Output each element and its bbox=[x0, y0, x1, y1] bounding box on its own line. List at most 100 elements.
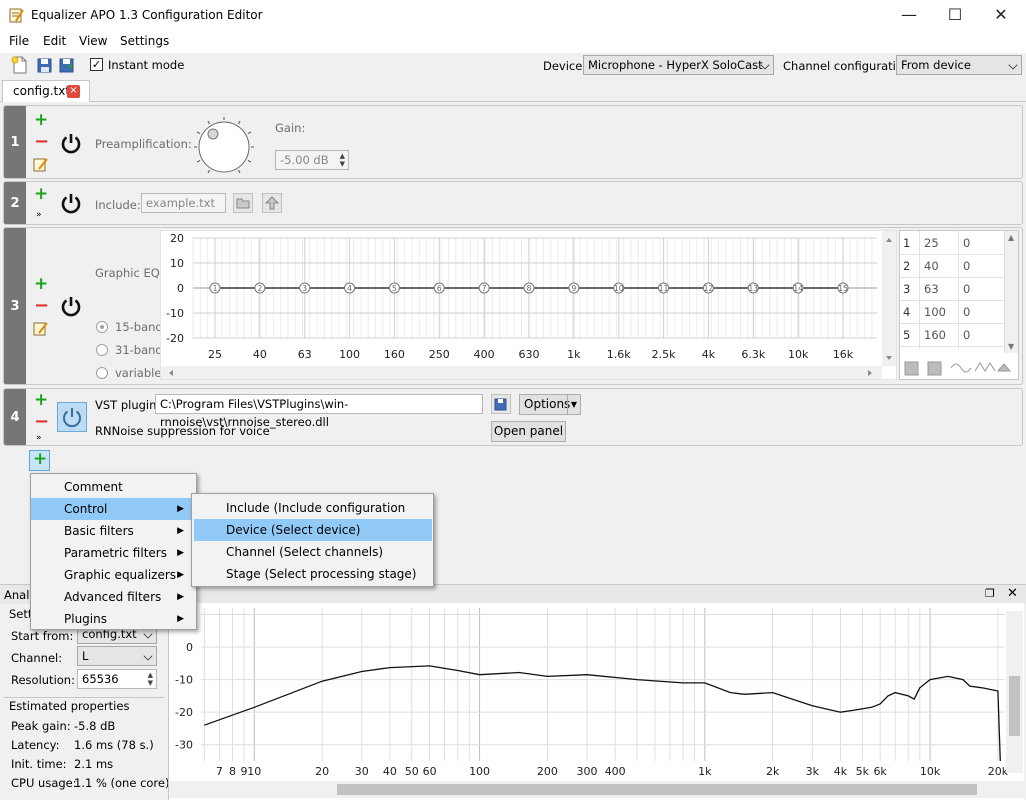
eq-band-number: 7 bbox=[482, 284, 487, 293]
add-filter-icon[interactable]: + bbox=[34, 276, 48, 293]
tab-config[interactable]: config.txt × bbox=[2, 80, 90, 102]
edit-icon[interactable] bbox=[33, 321, 48, 336]
menu-edit[interactable]: Edit bbox=[43, 34, 66, 48]
menu-view[interactable]: View bbox=[79, 34, 107, 48]
menu-item-plugins[interactable]: Plugins ▶ bbox=[31, 608, 196, 630]
plot-vertical-scrollbar[interactable] bbox=[1006, 611, 1023, 773]
expand-chevron-icon[interactable]: » bbox=[36, 211, 42, 220]
radio-variable[interactable] bbox=[96, 367, 108, 379]
x-tick-label: 1k bbox=[698, 765, 712, 778]
close-panel-icon[interactable]: ✕ bbox=[1007, 586, 1018, 601]
dropdown-arrow-icon[interactable]: ▼ bbox=[567, 395, 580, 414]
vst-path-field[interactable]: C:\Program Files\VSTPlugins\win-rnnoise\… bbox=[155, 394, 483, 429]
property-label: Latency: bbox=[11, 738, 60, 752]
open-panel-button[interactable]: Open panel bbox=[491, 421, 566, 442]
scroll-up-icon[interactable]: ▲ bbox=[1008, 233, 1014, 242]
submenu-item[interactable]: Include (Include configuration file) bbox=[194, 497, 432, 537]
table-row[interactable]: 3 63 0 bbox=[900, 278, 1004, 301]
table-cell[interactable]: 0 bbox=[963, 282, 970, 296]
menu-file[interactable]: File bbox=[9, 34, 29, 48]
table-cell[interactable]: 0 bbox=[963, 328, 970, 342]
vst-plugin-label: VST plugin: bbox=[95, 398, 161, 412]
graphic-eq-chart[interactable]: 25 40 63 100 160 250 400 630 1k 1.6k 2.5k 4k 6.3k 10k… bbox=[160, 230, 897, 380]
eq-band-table[interactable]: 1 25 0 2 40 0 3 63 0 4 100 0 5 160 0 ▲ ▼ bbox=[899, 230, 1019, 380]
table-cell[interactable]: 63 bbox=[924, 282, 939, 296]
gain-knob[interactable] bbox=[193, 116, 255, 178]
add-filter-context-menu: Comment Control ▶ Basic filters ▶ Parametric … bbox=[30, 473, 197, 630]
menu-item-graphic-equalizers[interactable]: Graphic equalizers ▶ bbox=[31, 564, 196, 586]
maximize-button[interactable]: ☐ bbox=[932, 0, 978, 31]
float-panel-icon[interactable]: ❐ bbox=[985, 587, 995, 600]
device-combo[interactable]: Microphone - HyperX SoloCast bbox=[583, 55, 774, 75]
plot-horizontal-scrollbar[interactable] bbox=[169, 781, 1025, 798]
save-icon[interactable] bbox=[36, 56, 54, 74]
power-icon bbox=[63, 408, 81, 428]
instant-mode-checkbox[interactable]: ✓ bbox=[90, 58, 103, 71]
gain-spinbox[interactable]: -5.00 dB ▲ ▼ bbox=[275, 150, 349, 170]
add-filter-icon[interactable]: + bbox=[34, 186, 48, 203]
power-toggle-icon[interactable] bbox=[60, 132, 82, 154]
menu-item-control[interactable]: Control ▶ bbox=[31, 498, 196, 520]
menu-item-comment[interactable]: Comment bbox=[31, 476, 196, 498]
analysis-plot-area[interactable]: 100-10-20-307891020304050601002003004001… bbox=[168, 603, 1025, 800]
add-filter-icon[interactable]: + bbox=[34, 392, 48, 409]
table-row[interactable]: 4 100 0 bbox=[900, 301, 1004, 324]
scrollbar-thumb[interactable] bbox=[337, 784, 977, 795]
scrollbar-thumb[interactable] bbox=[1009, 676, 1020, 736]
radio-15-band[interactable] bbox=[96, 321, 108, 333]
vst-description: RNNoise suppression for voice bbox=[95, 424, 270, 438]
open-file-button[interactable] bbox=[233, 193, 253, 213]
radio-31-band[interactable] bbox=[96, 344, 108, 356]
app-notepad-icon bbox=[9, 8, 24, 23]
power-toggle-icon[interactable] bbox=[60, 192, 82, 214]
power-toggle-active[interactable] bbox=[57, 402, 87, 432]
menu-item-basic-filters[interactable]: Basic filters ▶ bbox=[31, 520, 196, 542]
table-cell[interactable]: 0 bbox=[963, 305, 970, 319]
x-tick-label: 16k bbox=[833, 348, 854, 361]
table-cell[interactable]: 0 bbox=[963, 259, 970, 273]
minimize-button[interactable]: — bbox=[886, 0, 932, 31]
submenu-item[interactable]: Stage (Select processing stage) bbox=[194, 563, 432, 585]
frequency-response-chart[interactable]: 100-10-20-307891020304050601002003004001… bbox=[169, 603, 1025, 800]
include-file-field[interactable]: example.txt bbox=[141, 193, 226, 213]
table-cell[interactable]: 0 bbox=[963, 236, 970, 250]
table-row[interactable]: 2 40 0 bbox=[900, 255, 1004, 278]
expand-chevron-icon[interactable]: » bbox=[36, 434, 42, 443]
table-cell[interactable]: 160 bbox=[924, 328, 946, 342]
remove-filter-icon[interactable]: − bbox=[34, 413, 49, 431]
x-tick-label: 10k bbox=[920, 765, 941, 778]
channel-config-combo[interactable]: From device (Stereo) bbox=[896, 55, 1022, 90]
add-filter-icon[interactable]: + bbox=[34, 112, 48, 129]
open-include-button[interactable] bbox=[262, 193, 282, 213]
menu-item-parametric-filters[interactable]: Parametric filters ▶ bbox=[31, 542, 196, 564]
add-filter-button[interactable]: + bbox=[29, 450, 50, 471]
options-button[interactable]: Options ▼ bbox=[519, 394, 581, 415]
submenu-item[interactable]: Channel (Select channels) bbox=[194, 541, 432, 563]
scroll-down-icon[interactable]: ▼ bbox=[1008, 342, 1014, 351]
table-row[interactable]: 1 25 0 bbox=[900, 232, 1004, 255]
resolution-spinbox[interactable]: 65536 ▲ ▼ bbox=[77, 669, 157, 689]
remove-filter-icon[interactable]: − bbox=[34, 133, 49, 151]
spin-arrows-icon[interactable]: ▲ ▼ bbox=[340, 152, 345, 168]
browse-vst-button[interactable] bbox=[491, 394, 511, 414]
remove-filter-icon[interactable]: − bbox=[34, 297, 49, 315]
menu-item-advanced-filters[interactable]: Advanced filters ▶ bbox=[31, 586, 196, 608]
eq-band-number: 1 bbox=[213, 284, 218, 293]
table-cell[interactable]: 100 bbox=[924, 305, 946, 319]
spin-arrows-icon[interactable]: ▲ ▼ bbox=[148, 671, 153, 687]
table-scrollbar[interactable]: ▲ ▼ bbox=[1004, 231, 1018, 353]
table-cell[interactable]: 25 bbox=[924, 236, 939, 250]
channel-combo[interactable]: L bbox=[77, 646, 157, 666]
row-number: 2 bbox=[4, 182, 26, 224]
menu-settings[interactable]: Settings bbox=[120, 34, 169, 48]
new-file-icon[interactable] bbox=[11, 56, 29, 74]
table-cell[interactable]: 40 bbox=[924, 259, 939, 273]
close-window-button[interactable]: ✕ bbox=[978, 0, 1024, 31]
tab-close-icon[interactable]: × bbox=[67, 85, 80, 98]
edit-icon[interactable] bbox=[33, 157, 48, 172]
save-as-icon[interactable] bbox=[58, 56, 76, 74]
submenu-item[interactable]: Device (Select device) bbox=[194, 519, 432, 541]
filter-row-2: 2 + » Include: example.txt bbox=[3, 181, 1023, 225]
table-row[interactable]: 5 160 0 bbox=[900, 324, 1004, 347]
power-toggle-icon[interactable] bbox=[60, 295, 82, 317]
